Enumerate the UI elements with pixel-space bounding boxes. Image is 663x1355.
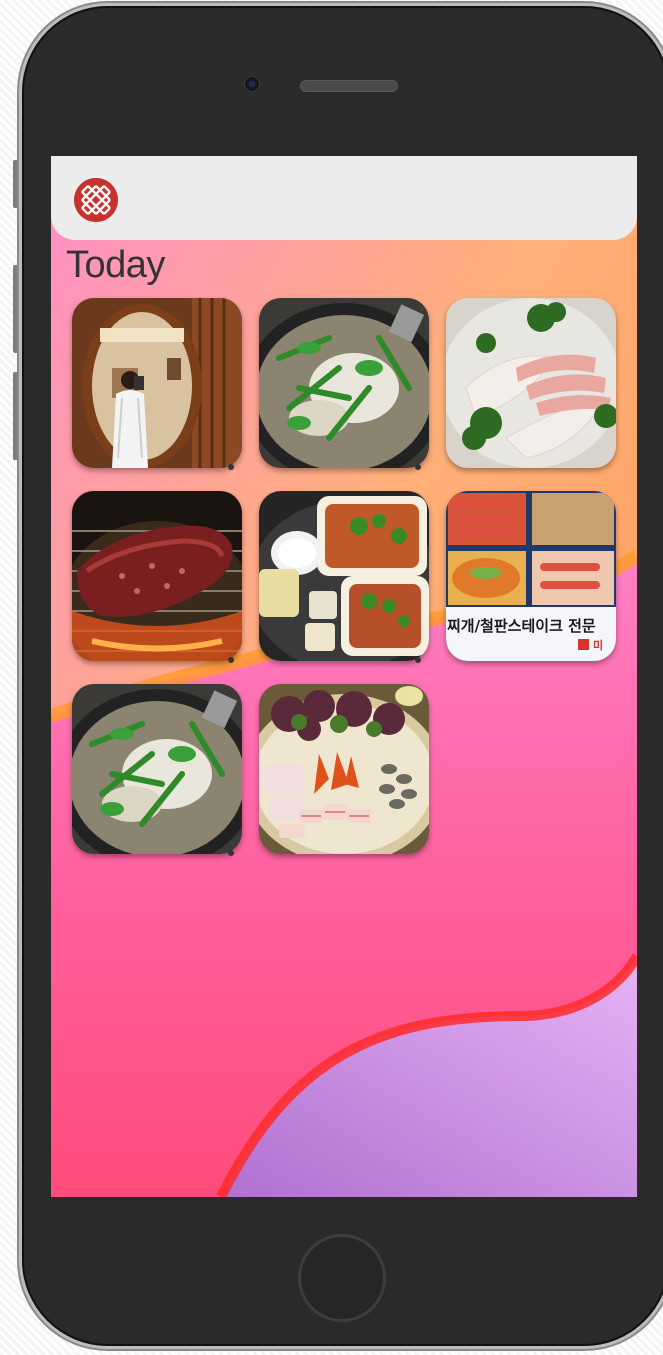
earpiece-speaker: [300, 80, 398, 92]
top-bar: [51, 156, 637, 240]
grilled-steak-photo[interactable]: [72, 491, 242, 661]
lattice-logo-icon[interactable]: [74, 178, 118, 222]
front-camera-icon: [244, 76, 260, 92]
photo-indicator-dot: [228, 850, 234, 856]
mute-switch[interactable]: [13, 160, 20, 208]
volume-down-button[interactable]: [13, 372, 20, 460]
photo-indicator-dot: [228, 464, 234, 470]
menu-sign-text: 찌개/철판스테이크 전문: [447, 617, 596, 635]
home-button[interactable]: [298, 1234, 386, 1322]
photo-indicator-dot: [415, 464, 421, 470]
sashimi-platter-photo[interactable]: [446, 298, 616, 468]
section-title: Today: [66, 244, 165, 286]
menu-sign-subtext: 미: [593, 638, 603, 652]
fish-soup-photo[interactable]: [72, 684, 242, 854]
photo-indicator-dot: [228, 657, 234, 663]
fish-soup-photo[interactable]: [259, 298, 429, 468]
mirror-selfie-photo[interactable]: [72, 298, 242, 468]
takeout-spicy-dishes-photo[interactable]: [259, 491, 429, 661]
photo-indicator-dot: [415, 657, 421, 663]
app-screen: Today 찌개/철판스테이크 전문 미: [51, 156, 637, 1197]
volume-up-button[interactable]: [13, 265, 20, 353]
bossam-platter-photo[interactable]: [259, 684, 429, 854]
restaurant-menu-sign-photo[interactable]: 찌개/철판스테이크 전문 미: [446, 491, 616, 661]
